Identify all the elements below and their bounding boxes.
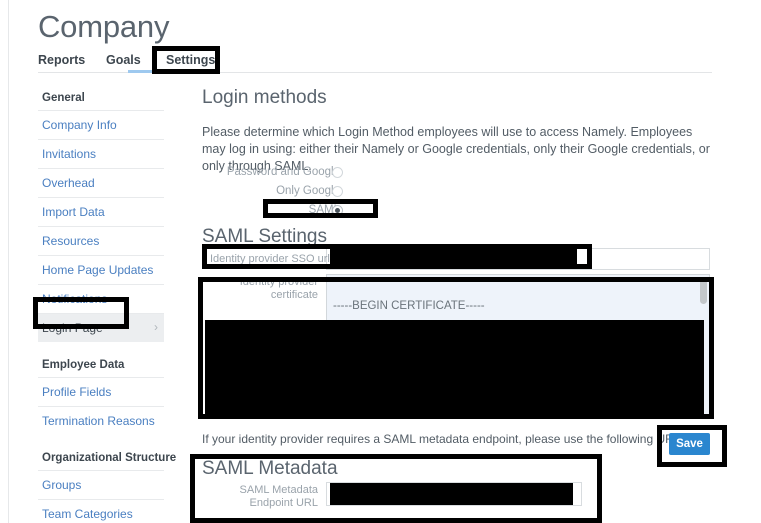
sidebar-item-groups[interactable]: Groups <box>38 470 164 499</box>
login-methods-section: Login methods Please determine which Log… <box>202 86 732 175</box>
radio-row-password-and-google[interactable]: Password and Google <box>202 163 402 182</box>
tab-settings[interactable]: Settings <box>166 50 215 70</box>
radio-saml[interactable] <box>332 205 343 216</box>
radio-row-saml[interactable]: SAML <box>202 201 402 220</box>
login-method-radio-group: Password and Google Only Google SAML <box>202 163 402 220</box>
radio-only-google[interactable] <box>332 186 343 197</box>
sidebar-item-login-page[interactable]: Login Page › <box>38 313 164 342</box>
login-methods-heading: Login methods <box>202 87 327 108</box>
sidebar-item-termination-reasons[interactable]: Termination Reasons <box>38 406 164 435</box>
radio-label-password-and-google: Password and Google <box>226 166 340 178</box>
sidebar-item-notifications[interactable]: Notifications <box>38 284 164 313</box>
save-button[interactable]: Save <box>669 433 710 455</box>
saml-metadata-endpoint-label: SAML Metadata Endpoint URL <box>239 484 318 509</box>
sidebar-item-login-page-label: Login Page <box>42 321 103 335</box>
radio-password-and-google[interactable] <box>332 167 343 178</box>
radio-label-only-google: Only Google <box>276 185 340 197</box>
redaction-sso-url-value <box>330 245 577 267</box>
sidebar-item-home-page-updates[interactable]: Home Page Updates <box>38 255 164 284</box>
redaction-metadata-endpoint-value <box>330 483 573 505</box>
certificate-begin-line: -----BEGIN CERTIFICATE----- <box>333 300 485 312</box>
page-root: Company Reports Goals Settings General C… <box>0 0 761 523</box>
chevron-right-icon: › <box>154 320 158 334</box>
settings-sidebar: General Company Info Invitations Overhea… <box>38 86 177 523</box>
redaction-certificate-body <box>205 320 704 415</box>
tab-bar: Reports Goals Settings <box>38 50 712 72</box>
sidebar-item-company-info[interactable]: Company Info <box>38 110 164 139</box>
saml-metadata-heading: SAML Metadata <box>202 458 338 479</box>
sidebar-group-organizational-structure: Organizational Structure <box>42 452 177 464</box>
sidebar-item-team-categories[interactable]: Team Categories <box>38 499 164 523</box>
certificate-scrollbar[interactable] <box>700 278 707 304</box>
page-title: Company <box>38 9 170 44</box>
tab-goals[interactable]: Goals <box>106 50 141 70</box>
sidebar-item-invitations[interactable]: Invitations <box>38 139 164 168</box>
page-left-edge <box>8 0 9 523</box>
sidebar-group-employee-data: Employee Data <box>42 359 125 371</box>
tab-settings-active-underline <box>128 70 180 73</box>
sidebar-group-general: General <box>42 92 85 104</box>
sso-url-label: Identity provider SSO url <box>210 253 330 265</box>
radio-row-only-google[interactable]: Only Google <box>202 182 402 201</box>
saml-settings-heading: SAML Settings <box>202 226 327 247</box>
sidebar-item-overhead[interactable]: Overhead <box>38 168 164 197</box>
metadata-helper-text: If your identity provider requires a SAM… <box>202 432 684 446</box>
sidebar-item-resources[interactable]: Resources <box>38 226 164 255</box>
identity-provider-certificate-label: Identity provider certificate <box>239 276 318 301</box>
sidebar-item-profile-fields[interactable]: Profile Fields <box>38 377 164 406</box>
tab-reports[interactable]: Reports <box>38 50 85 70</box>
sidebar-item-import-data[interactable]: Import Data <box>38 197 164 226</box>
